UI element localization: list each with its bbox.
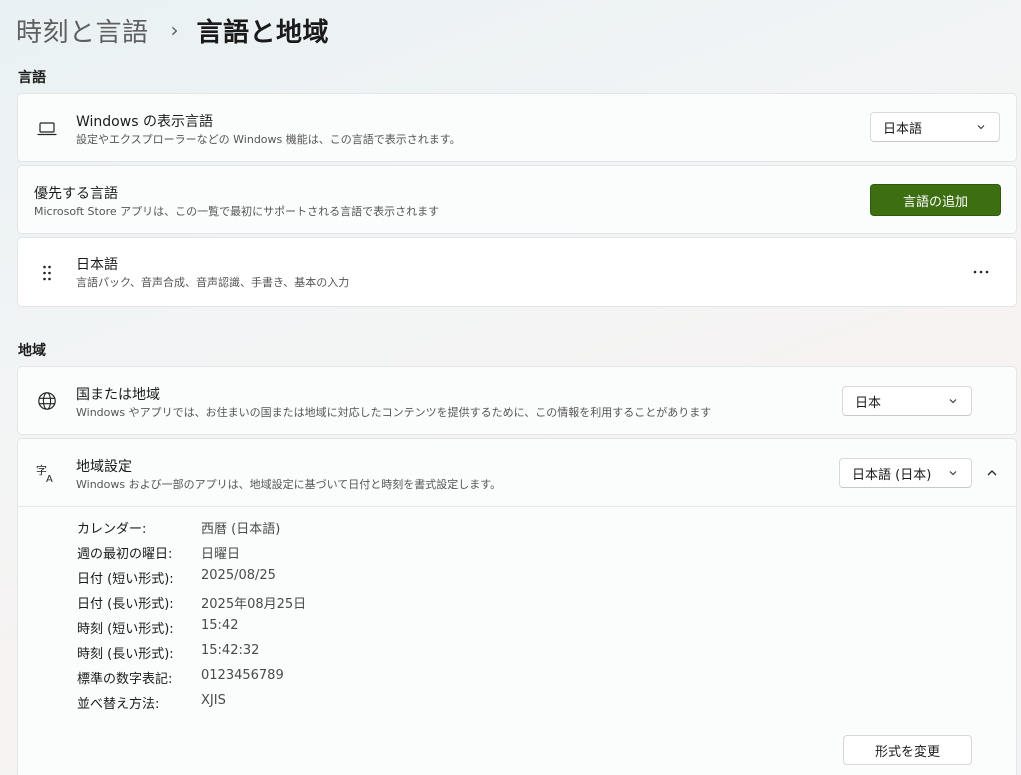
chevron-down-icon [949, 399, 957, 404]
preferred-languages-title: 優先する言語 [34, 186, 118, 202]
country-title: 国または地域 [76, 387, 160, 403]
detail-value-calendar: 西暦 (日本語) [201, 522, 281, 537]
detail-label-sort-method: 並べ替え方法: [77, 697, 160, 712]
country-dropdown[interactable]: 日本 [842, 386, 972, 416]
drag-handle-icon[interactable] [36, 262, 58, 284]
regional-format-card: 字 A 地域設定 Windows および一部のアプリは、地域設定に基づいて日付と… [17, 438, 1017, 775]
regional-format-dropdown[interactable]: 日本語 (日本) [839, 458, 972, 488]
change-format-button[interactable]: 形式を変更 [843, 735, 972, 765]
display-language-dropdown[interactable]: 日本語 [870, 112, 1000, 142]
detail-label-short-date: 日付 (短い形式): [77, 572, 174, 587]
display-language-card: Windows の表示言語 設定やエクスプローラーなどの Windows 機能は… [17, 93, 1017, 162]
detail-value-sort-method: XJIS [201, 693, 226, 708]
display-language-title: Windows の表示言語 [76, 114, 213, 130]
svg-text:A: A [46, 474, 53, 484]
breadcrumb-separator: › [170, 18, 179, 42]
detail-label-long-time: 時刻 (長い形式): [77, 647, 174, 662]
page-title: 言語と地域 [196, 17, 330, 48]
laptop-icon [36, 118, 58, 140]
regional-format-title: 地域設定 [76, 459, 132, 475]
detail-label-digits: 標準の数字表記: [77, 672, 173, 687]
detail-label-short-time: 時刻 (短い形式): [77, 622, 174, 637]
regional-format-description: Windows および一部のアプリは、地域設定に基づいて日付と時刻を書式設定しま… [76, 478, 502, 491]
detail-value-long-date: 2025年08月25日 [201, 597, 307, 612]
section-title-language: 言語 [18, 70, 46, 86]
breadcrumb-parent[interactable]: 時刻と言語 [16, 12, 149, 49]
detail-label-first-day: 週の最初の曜日: [77, 547, 173, 562]
language-item-features: 言語パック、音声合成、音声認識、手書き、基本の入力 [76, 276, 350, 289]
language-item-name: 日本語 [76, 257, 118, 273]
display-language-description: 設定やエクスプローラーなどの Windows 機能は、この言語で表示されます。 [76, 133, 461, 146]
detail-label-calendar: カレンダー: [77, 522, 147, 537]
preferred-languages-description: Microsoft Store アプリは、この一覧で最初にサポートされる言語で表… [34, 205, 440, 218]
globe-icon [36, 390, 58, 412]
detail-value-digits: 0123456789 [201, 668, 284, 683]
chevron-up-icon [987, 470, 997, 476]
country-description: Windows やアプリでは、お住まいの国または地域に対応したコンテンツを提供す… [76, 406, 712, 419]
language-item-japanese[interactable]: 日本語 言語パック、音声合成、音声認識、手書き、基本の入力 [17, 237, 1017, 307]
preferred-languages-card: 優先する言語 Microsoft Store アプリは、この一覧で最初にサポート… [17, 165, 1017, 234]
add-language-button[interactable]: 言語の追加 [870, 184, 1001, 216]
detail-value-short-date: 2025/08/25 [201, 568, 276, 583]
section-title-region: 地域 [18, 343, 46, 359]
detail-value-long-time: 15:42:32 [201, 643, 260, 658]
detail-label-long-date: 日付 (長い形式): [77, 597, 174, 612]
more-options-icon[interactable] [968, 260, 994, 284]
language-translate-icon: 字 A [36, 462, 58, 484]
detail-value-short-time: 15:42 [201, 618, 239, 633]
display-language-value: 日本語 [883, 121, 923, 137]
chevron-down-icon [977, 125, 985, 130]
country-value: 日本 [855, 395, 882, 411]
chevron-down-icon [949, 471, 957, 476]
collapse-button[interactable] [978, 459, 1006, 487]
breadcrumb: 時刻と言語 › 言語と地域 [16, 10, 329, 50]
country-card: 国または地域 Windows やアプリでは、お住まいの国または地域に対応したコン… [17, 366, 1017, 435]
regional-format-value: 日本語 (日本) [852, 467, 932, 483]
detail-value-first-day: 日曜日 [201, 547, 241, 562]
